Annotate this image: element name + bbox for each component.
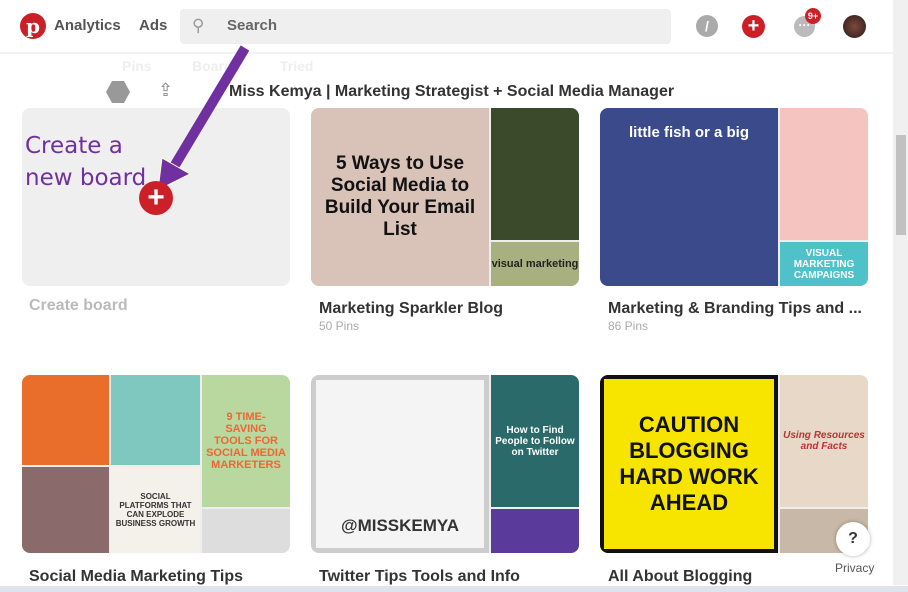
board-title[interactable]: Social Media Marketing Tips (29, 568, 243, 586)
board-cover[interactable]: little fish or a big VISUAL MARKETING CA… (600, 108, 868, 286)
avatar[interactable] (843, 15, 866, 38)
search-icon: ⚲ (192, 16, 205, 35)
top-header: p Analytics Ads ⚲ Search / + ··· 9+ (0, 0, 893, 54)
annotation-arrow (157, 45, 250, 191)
nav-ads[interactable]: Ads (139, 17, 167, 34)
taskbar-strip (0, 586, 908, 592)
cover-main: little fish or a big (600, 108, 778, 286)
create-board-label[interactable]: Create board (29, 297, 128, 315)
privacy-link[interactable]: Privacy (835, 561, 874, 575)
add-pin-button[interactable]: + (742, 15, 765, 38)
cover-tile (111, 375, 200, 465)
annotation-line: Create a (25, 133, 123, 159)
cover-tile (22, 467, 109, 553)
notification-badge: 9+ (805, 8, 821, 24)
compass-icon[interactable]: / (696, 15, 718, 37)
board-pin-count: 50 Pins (319, 319, 360, 333)
board-title[interactable]: All About Blogging (608, 568, 752, 586)
pinterest-logo-icon[interactable]: p (20, 13, 46, 39)
cover-side-text: Using Resources and Facts (780, 375, 868, 507)
cover-side (491, 108, 579, 240)
cover-side-text: visual marketing (491, 242, 579, 286)
cover-main: 5 Ways to Use Social Media to Build Your… (311, 108, 489, 286)
nav-analytics[interactable]: Analytics (54, 17, 121, 34)
annotation-line: new board (25, 165, 147, 191)
cover-side (780, 108, 868, 240)
board-pin-count: 86 Pins (608, 319, 649, 333)
tab-pins[interactable]: Pins (122, 58, 152, 74)
board-cover[interactable]: CAUTION BLOGGING HARD WORK AHEAD Using R… (600, 375, 868, 553)
help-button[interactable]: ? (836, 522, 870, 556)
board-cover[interactable]: 5 Ways to Use Social Media to Build Your… (311, 108, 579, 286)
create-board-plus-icon[interactable]: + (139, 181, 173, 215)
cover-tile (22, 375, 109, 465)
board-title[interactable]: Twitter Tips Tools and Info (319, 568, 520, 586)
cover-main: CAUTION BLOGGING HARD WORK AHEAD (600, 375, 778, 553)
cover-side-text: VISUAL MARKETING CAMPAIGNS (780, 242, 868, 286)
tab-tried[interactable]: Tried (280, 58, 313, 74)
search-placeholder: Search (227, 17, 278, 34)
cover-tile (491, 509, 579, 553)
board-cover[interactable]: @MISSKEMYA How to Find People to Follow … (311, 375, 579, 553)
board-cover[interactable]: 9 TIME-SAVING TOOLS FOR SOCIAL MEDIA MAR… (22, 375, 290, 553)
annotation-text: Create a new board (25, 130, 146, 194)
cover-main: @MISSKEMYA (311, 375, 489, 553)
board-title[interactable]: Marketing & Branding Tips and ... (608, 300, 862, 318)
cover-side-text: How to Find People to Follow on Twitter (491, 375, 579, 507)
scrollbar-thumb[interactable] (896, 135, 906, 235)
cover-main: SOCIAL PLATFORMS THAT CAN EXPLODE BUSINE… (111, 467, 200, 553)
cover-side-text: 9 TIME-SAVING TOOLS FOR SOCIAL MEDIA MAR… (202, 375, 290, 507)
cover-tile (202, 509, 290, 553)
search-input[interactable]: ⚲ Search (180, 9, 671, 44)
settings-icon[interactable] (106, 81, 130, 103)
profile-name: Miss Kemya | Marketing Strategist + Soci… (229, 83, 675, 100)
scrollbar[interactable] (893, 0, 908, 585)
board-title[interactable]: Marketing Sparkler Blog (319, 300, 503, 318)
